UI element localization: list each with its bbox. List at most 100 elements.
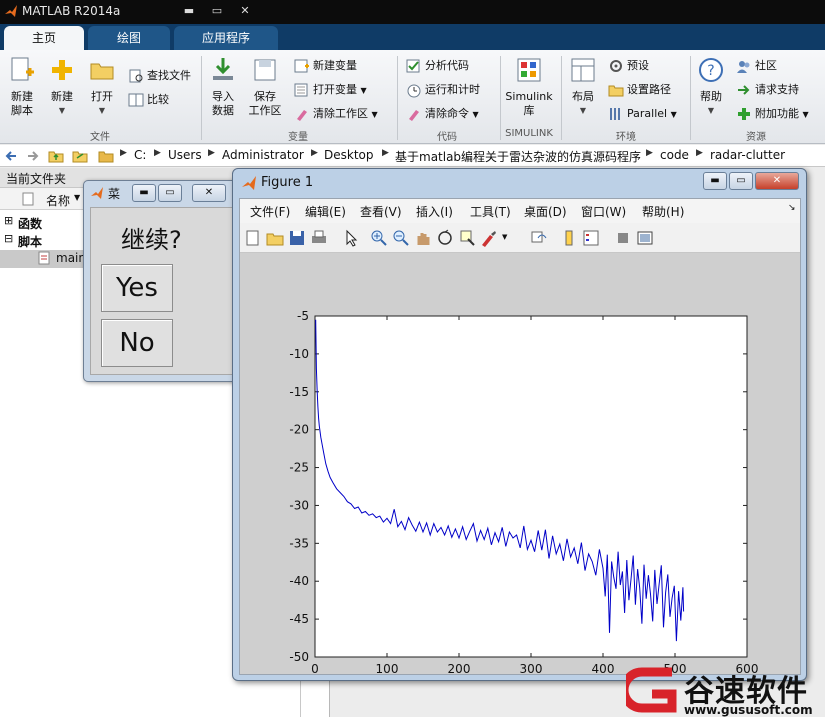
import-label-2: 数据 (212, 104, 234, 117)
minimize-button[interactable]: ▬ (132, 184, 156, 202)
link-plot-icon[interactable] (530, 229, 548, 247)
zoom-out-icon[interactable] (392, 229, 410, 247)
gusu-logo-icon (626, 667, 677, 713)
breadcrumb-segment[interactable]: Administrator (222, 148, 304, 162)
tab-home[interactable]: 主页 (4, 26, 84, 50)
run-and-time-button[interactable]: 运行和计时 (406, 80, 480, 100)
help-button[interactable]: ? 帮助 ▼ (694, 56, 728, 118)
plot-area[interactable]: 0 100 200 300 400 500 600-5-10-15-20-25-30-35-… (240, 253, 800, 674)
menu-help[interactable]: 帮助(H) (642, 203, 684, 220)
analyze-code-button[interactable]: 分析代码 (406, 56, 469, 76)
menu-file[interactable]: 文件(F) (250, 203, 290, 220)
yes-button[interactable]: Yes (101, 264, 173, 312)
menu-edit[interactable]: 编辑(E) (305, 203, 346, 220)
ribbon: 新建 脚本 新建 ▼ 打开 ▼ 查找文件 比较 文件 导入 数据 保存 工作区 (0, 50, 825, 144)
show-plot-tools-icon[interactable] (636, 229, 654, 247)
script-file-icon (38, 251, 50, 265)
clear-commands-label: 清除命令 (425, 107, 469, 120)
breadcrumb-segment[interactable]: C: (134, 148, 146, 162)
save-icon[interactable] (288, 229, 306, 247)
breadcrumb-segment[interactable]: 基于matlab编程关于雷达杂波的仿真源码程序 (395, 148, 641, 165)
menu-insert[interactable]: 插入(I) (416, 203, 453, 220)
pointer-icon[interactable] (342, 229, 360, 247)
forward-arrow-icon[interactable] (26, 149, 40, 163)
hide-plot-tools-icon[interactable] (614, 229, 632, 247)
import-data-button[interactable]: 导入 数据 (206, 56, 240, 118)
preferences-button[interactable]: 预设 (608, 56, 649, 76)
breadcrumb-segment[interactable]: radar-clutter (710, 148, 785, 162)
save-workspace-button[interactable]: 保存 工作区 (246, 56, 284, 118)
rotate-3d-icon[interactable] (436, 229, 454, 247)
minimize-button[interactable]: ▬ (178, 3, 200, 20)
continue-dialog: 菜 ▬ ▭ ✕ 继续? Yes No (83, 180, 243, 382)
colorbar-icon[interactable] (560, 229, 578, 247)
new-script-button[interactable]: 新建 脚本 (6, 56, 38, 118)
divider (690, 56, 691, 140)
compare-button[interactable]: 比较 (128, 90, 169, 110)
community-button[interactable]: 社区 (736, 56, 777, 76)
zoom-in-icon[interactable] (370, 229, 388, 247)
sort-arrow-icon: ▼ (74, 193, 81, 202)
save-label-1: 保存 (254, 90, 276, 103)
maximize-button[interactable]: ▭ (729, 172, 753, 190)
close-button[interactable]: ✕ (755, 172, 799, 190)
breadcrumb-separator: ▶ (154, 148, 161, 158)
request-support-button[interactable]: 请求支持 (736, 80, 799, 100)
breadcrumb-separator: ▶ (646, 148, 653, 158)
divider (397, 56, 398, 140)
brush-icon[interactable] (480, 229, 498, 247)
clear-commands-button[interactable]: 清除命令 ▼ (406, 104, 479, 124)
menu-desktop[interactable]: 桌面(D) (524, 203, 567, 220)
breadcrumb-segment[interactable]: Desktop (324, 148, 374, 162)
layout-button[interactable]: 布局 ▼ (566, 56, 600, 118)
collapse-icon[interactable]: ⊟ (4, 232, 13, 245)
current-folder-title: 当前文件夹 (6, 172, 67, 186)
chevron-down-icon[interactable]: ▼ (502, 233, 507, 241)
breadcrumb-segment[interactable]: Users (168, 148, 202, 162)
chevron-down-icon: ▼ (579, 106, 587, 115)
open-button[interactable]: 打开 ▼ (86, 56, 118, 118)
dock-arrow-icon[interactable]: ↘ (788, 203, 796, 213)
maximize-button[interactable]: ▭ (158, 184, 182, 202)
open-variable-button[interactable]: 打开变量 ▼ (294, 80, 367, 100)
menu-view[interactable]: 查看(V) (360, 203, 402, 220)
expand-icon[interactable]: ⊞ (4, 214, 13, 227)
open-variable-label: 打开变量 (313, 83, 357, 96)
menu-tools[interactable]: 工具(T) (470, 203, 511, 220)
set-path-button[interactable]: 设置路径 (608, 80, 671, 100)
pan-hand-icon[interactable] (414, 229, 432, 247)
simulink-library-button[interactable]: Simulink 库 (504, 56, 554, 118)
print-icon[interactable] (310, 229, 328, 247)
open-variable-icon (294, 83, 308, 97)
tab-apps[interactable]: 应用程序 (174, 26, 278, 50)
new-button[interactable]: 新建 ▼ (46, 56, 78, 118)
close-button[interactable]: ✕ (234, 3, 256, 20)
browse-folder-icon[interactable] (72, 148, 88, 164)
analyze-code-label: 分析代码 (425, 59, 469, 72)
new-label: 新建 (51, 90, 73, 103)
up-folder-icon[interactable] (48, 148, 64, 164)
new-variable-button[interactable]: 新建变量 (294, 56, 357, 76)
breadcrumb-segment[interactable]: code (660, 148, 689, 162)
tab-plots[interactable]: 绘图 (88, 26, 170, 50)
clear-workspace-button[interactable]: 清除工作区 ▼ (294, 104, 378, 124)
add-ons-button[interactable]: 附加功能 ▼ (736, 104, 809, 124)
find-files-button[interactable]: 查找文件 (128, 66, 191, 86)
data-cursor-icon[interactable] (458, 229, 476, 247)
menu-window[interactable]: 窗口(W) (581, 203, 626, 220)
breadcrumb-separator: ▶ (311, 148, 318, 158)
new-script-icon (11, 57, 34, 81)
no-button[interactable]: No (101, 319, 173, 367)
back-arrow-icon[interactable] (4, 149, 18, 163)
legend-icon[interactable] (582, 229, 600, 247)
maximize-button[interactable]: ▭ (206, 3, 228, 20)
new-figure-icon[interactable] (244, 229, 262, 247)
x-tick-label: 400 (592, 662, 615, 674)
request-support-label: 请求支持 (755, 83, 799, 96)
figure-window: Figure 1 ▬ ▭ ✕ 文件(F) 编辑(E) 查看(V) 插入(I) 工… (232, 168, 807, 681)
x-tick-label: 300 (520, 662, 543, 674)
close-button[interactable]: ✕ (192, 184, 226, 202)
minimize-button[interactable]: ▬ (703, 172, 727, 190)
parallel-button[interactable]: Parallel ▼ (608, 104, 677, 124)
open-file-icon[interactable] (266, 229, 284, 247)
